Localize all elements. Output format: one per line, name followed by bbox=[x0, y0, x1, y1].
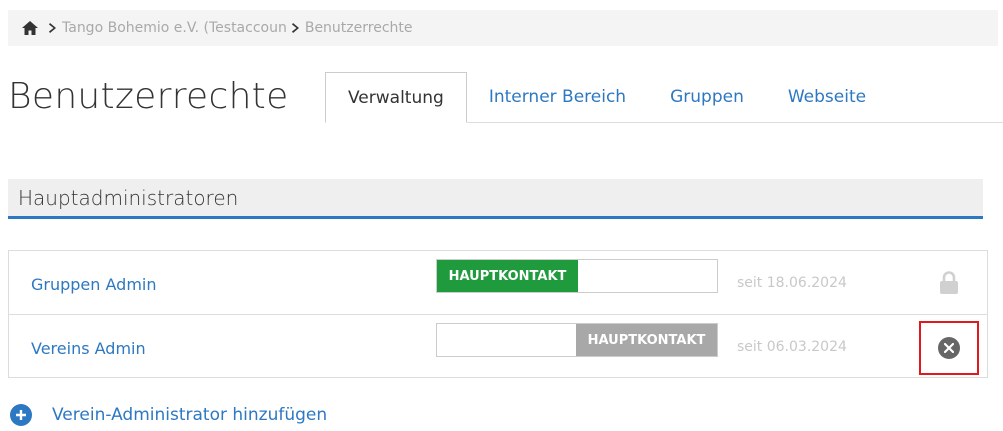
main-contact-off-label: HAUPTKONTAKT bbox=[576, 324, 717, 356]
add-admin-label: Verein-Administrator hinzufügen bbox=[52, 405, 328, 425]
tab-interner-bereich[interactable]: Interner Bereich bbox=[467, 72, 648, 122]
tab-bar: Verwaltung Interner Bereich Gruppen Webs… bbox=[325, 72, 1003, 123]
add-admin-link[interactable]: Verein-Administrator hinzufügen bbox=[10, 404, 327, 426]
main-contact-toggle[interactable]: HAUPTKONTAKT bbox=[436, 259, 718, 293]
main-contact-on-label: HAUPTKONTAKT bbox=[437, 260, 578, 292]
table-row: Vereins Admin HAUPTKONTAKT seit 06.03.20… bbox=[9, 315, 987, 378]
admin-table: Gruppen Admin HAUPTKONTAKT seit 18.06.20… bbox=[8, 250, 988, 378]
breadcrumb-item-current: Benutzerrechte bbox=[304, 20, 413, 36]
admin-name-link[interactable]: Gruppen Admin bbox=[31, 275, 157, 294]
breadcrumb: Tango Bohemio e.V. (Testaccoun Benutzerr… bbox=[8, 10, 998, 46]
tab-verwaltung[interactable]: Verwaltung bbox=[325, 72, 467, 123]
main-contact-toggle[interactable]: HAUPTKONTAKT bbox=[436, 323, 718, 357]
breadcrumb-item-verein[interactable]: Tango Bohemio e.V. (Testaccoun bbox=[62, 20, 287, 36]
section-header: Hauptadministratoren bbox=[8, 179, 983, 219]
table-row: Gruppen Admin HAUPTKONTAKT seit 18.06.20… bbox=[9, 251, 987, 315]
tab-gruppen[interactable]: Gruppen bbox=[648, 72, 766, 122]
chevron-right-icon bbox=[49, 23, 57, 33]
plus-icon bbox=[10, 404, 32, 426]
remove-icon[interactable] bbox=[938, 337, 960, 359]
page-title: Benutzerrechte bbox=[8, 76, 289, 117]
lock-icon bbox=[939, 271, 959, 299]
tab-webseite[interactable]: Webseite bbox=[766, 72, 888, 122]
remove-highlight bbox=[919, 321, 979, 375]
admin-name-link[interactable]: Vereins Admin bbox=[31, 339, 146, 358]
chevron-right-icon bbox=[291, 23, 300, 33]
since-date: seit 06.03.2024 bbox=[737, 339, 847, 355]
since-date: seit 18.06.2024 bbox=[737, 275, 847, 291]
home-icon[interactable] bbox=[22, 21, 38, 35]
